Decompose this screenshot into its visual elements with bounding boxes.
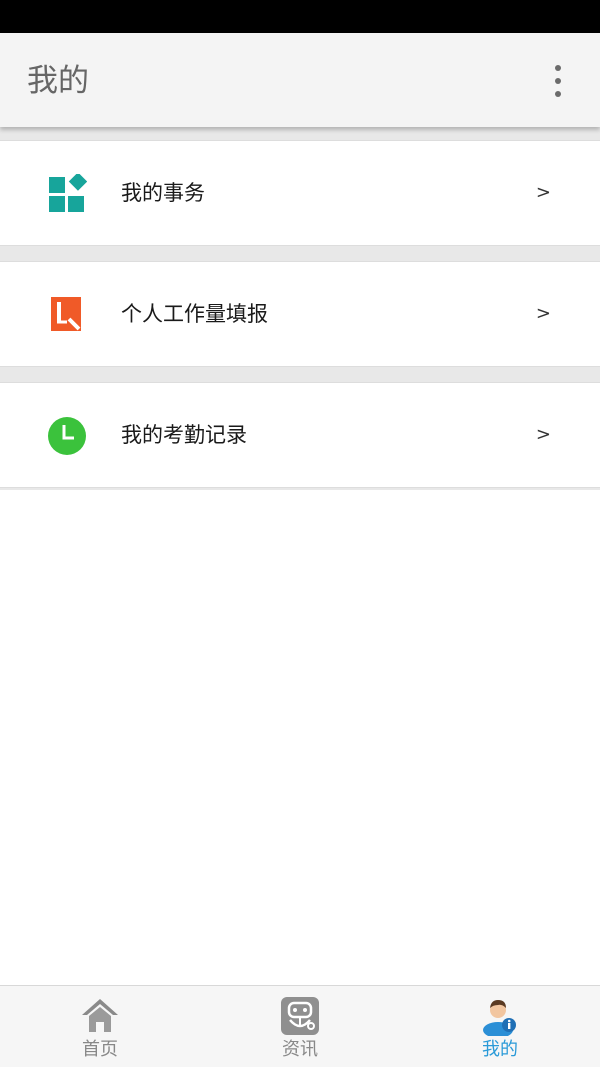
tab-home[interactable]: 首页 bbox=[0, 986, 200, 1068]
menu-item-label: 我的事务 bbox=[121, 181, 205, 205]
page-title: 我的 bbox=[27, 63, 89, 99]
menu-item-label: 个人工作量填报 bbox=[121, 302, 268, 326]
edit-report-icon bbox=[51, 297, 81, 331]
home-icon bbox=[82, 999, 118, 1032]
menu-dot bbox=[555, 91, 561, 97]
news-robot-icon bbox=[281, 997, 319, 1035]
grid-apps-icon bbox=[49, 174, 87, 212]
menu-group: 我的考勤记录 > bbox=[0, 369, 600, 490]
app-bar: 我的 bbox=[0, 33, 600, 127]
content-area: 我的事务 > 个人工作量填报 > 我的考勤记录 > bbox=[0, 127, 600, 985]
user-profile-icon bbox=[483, 1000, 516, 1036]
menu-item-workload-report[interactable]: 个人工作量填报 > bbox=[0, 261, 600, 367]
chevron-right-icon: > bbox=[535, 182, 551, 203]
status-bar bbox=[0, 0, 600, 33]
menu-group: 个人工作量填报 > bbox=[0, 248, 600, 369]
menu-item-label: 我的考勤记录 bbox=[121, 423, 247, 447]
menu-dot bbox=[555, 65, 561, 71]
tab-news[interactable]: 资讯 bbox=[200, 986, 400, 1068]
tab-label: 资讯 bbox=[282, 1039, 318, 1060]
menu-dot bbox=[555, 78, 561, 84]
clock-icon bbox=[48, 417, 86, 455]
overflow-menu-icon[interactable] bbox=[552, 65, 564, 97]
tab-label: 首页 bbox=[82, 1039, 118, 1060]
chevron-right-icon: > bbox=[535, 303, 551, 324]
menu-item-attendance-records[interactable]: 我的考勤记录 > bbox=[0, 382, 600, 488]
menu-group: 我的事务 > bbox=[0, 127, 600, 248]
tab-label: 我的 bbox=[482, 1039, 518, 1060]
chevron-right-icon: > bbox=[535, 424, 551, 445]
bottom-tab-bar: 首页 资讯 我的 bbox=[0, 985, 600, 1067]
menu-item-my-affairs[interactable]: 我的事务 > bbox=[0, 140, 600, 246]
tab-mine[interactable]: 我的 bbox=[400, 986, 600, 1068]
